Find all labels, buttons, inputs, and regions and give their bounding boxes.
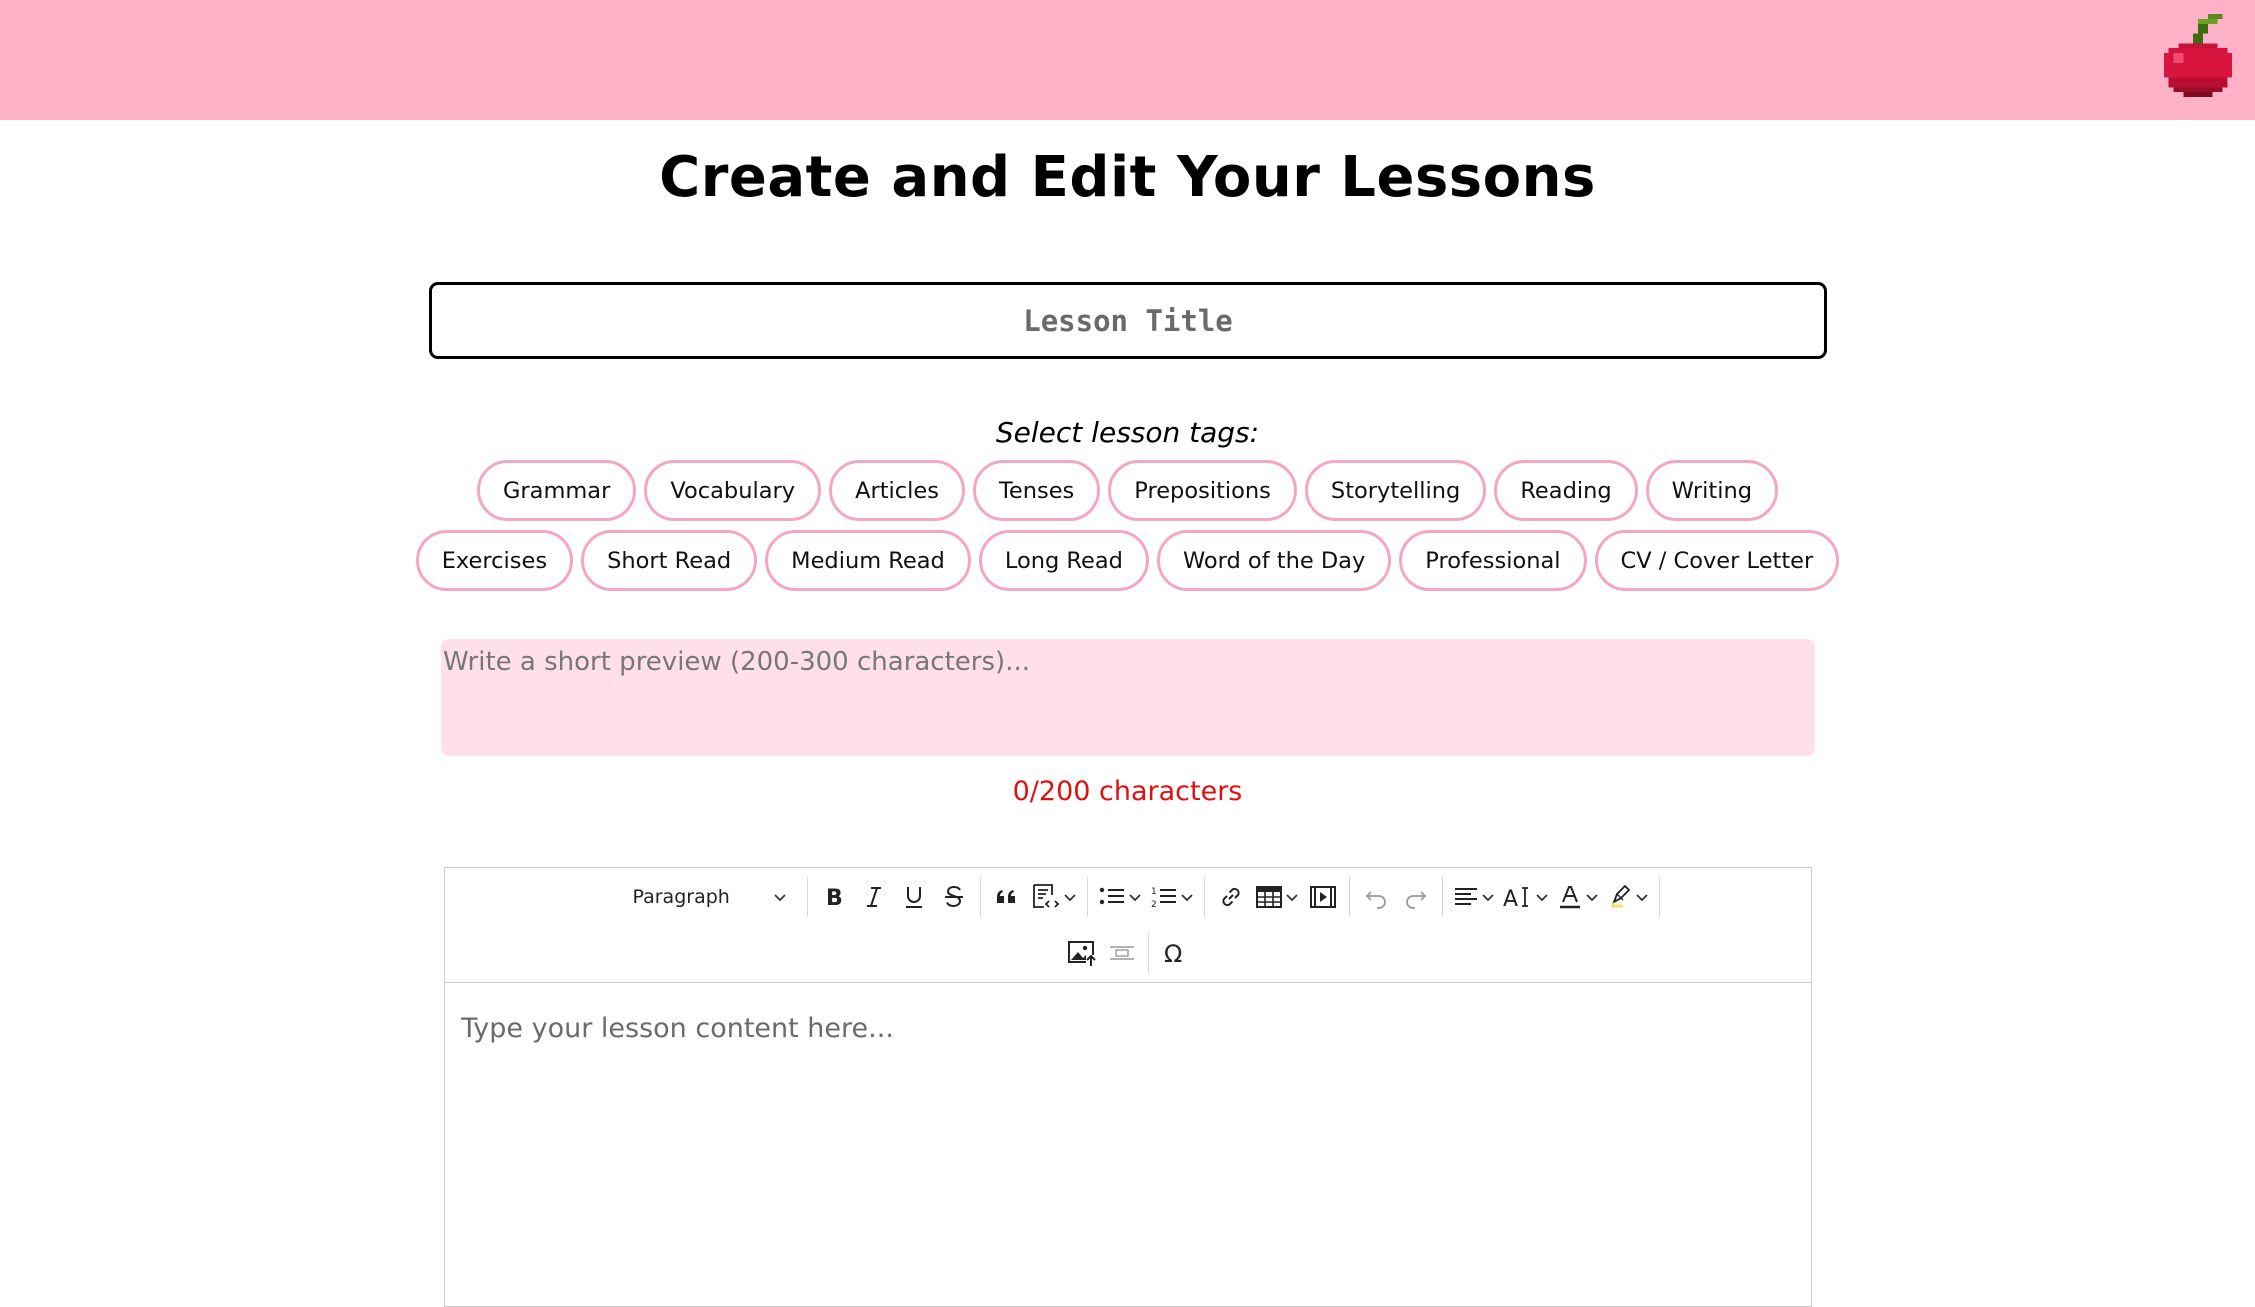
paragraph-select[interactable]: Paragraph bbox=[591, 877, 801, 917]
tag-row-2: Exercises Short Read Medium Read Long Re… bbox=[0, 530, 2255, 591]
horizontal-line-button[interactable] bbox=[1102, 933, 1142, 973]
cherry-logo-icon[interactable] bbox=[2163, 14, 2233, 102]
tags-label: Select lesson tags: bbox=[995, 416, 1260, 449]
code-block-icon bbox=[1032, 884, 1059, 908]
font-size-button[interactable]: A bbox=[1499, 877, 1553, 917]
italic-icon bbox=[866, 887, 881, 907]
rich-text-editor: Paragraph B 1 2 A Ω Type your lesson con… bbox=[444, 867, 1812, 1307]
tag-reading[interactable]: Reading bbox=[1494, 460, 1638, 521]
numbered-list-button[interactable]: 12 bbox=[1146, 877, 1198, 917]
special-characters-button[interactable]: Ω bbox=[1155, 933, 1195, 973]
highlight-button[interactable] bbox=[1603, 877, 1653, 917]
tag-word-of-the-day[interactable]: Word of the Day bbox=[1156, 530, 1392, 591]
blockquote-button[interactable] bbox=[987, 877, 1027, 917]
bulleted-list-icon bbox=[1099, 887, 1124, 905]
toolbar-separator bbox=[806, 877, 808, 917]
svg-text:B: B bbox=[826, 886, 843, 910]
preview-textarea[interactable] bbox=[441, 639, 1815, 756]
paragraph-select-label: Paragraph bbox=[632, 886, 730, 908]
toolbar-separator bbox=[1441, 877, 1443, 917]
tag-long-read[interactable]: Long Read bbox=[978, 530, 1149, 591]
tag-short-read[interactable]: Short Read bbox=[581, 530, 758, 591]
underline-icon bbox=[905, 887, 922, 908]
align-icon bbox=[1454, 888, 1477, 905]
undo-button[interactable] bbox=[1356, 877, 1396, 917]
svg-text:1: 1 bbox=[1151, 887, 1157, 897]
strikethrough-icon bbox=[944, 885, 963, 908]
highlight-icon bbox=[1610, 884, 1630, 908]
special-characters-icon: Ω bbox=[1164, 940, 1182, 966]
redo-button[interactable] bbox=[1396, 877, 1436, 917]
tag-grammar[interactable]: Grammar bbox=[476, 460, 637, 521]
insert-table-button[interactable] bbox=[1251, 877, 1303, 917]
font-size-icon: A bbox=[1503, 887, 1528, 910]
page-title: Create and Edit Your Lessons bbox=[659, 145, 1596, 210]
tag-vocabulary[interactable]: Vocabulary bbox=[644, 460, 822, 521]
media-embed-icon bbox=[1309, 886, 1336, 908]
svg-text:2: 2 bbox=[1151, 900, 1157, 910]
link-button[interactable] bbox=[1211, 877, 1251, 917]
bold-icon: B bbox=[826, 886, 843, 910]
lesson-title-input[interactable] bbox=[429, 282, 1827, 359]
chevron-down-icon bbox=[1481, 894, 1494, 902]
toolbar-separator bbox=[1348, 877, 1350, 917]
tag-prepositions[interactable]: Prepositions bbox=[1108, 460, 1297, 521]
font-color-icon bbox=[1559, 886, 1580, 909]
toolbar-separator bbox=[1147, 933, 1149, 973]
tag-tenses[interactable]: Tenses bbox=[972, 460, 1101, 521]
chevron-down-icon bbox=[1285, 894, 1298, 902]
editor-content-area[interactable]: Type your lesson content here... bbox=[445, 983, 1811, 1074]
numbered-list-icon: 12 bbox=[1151, 887, 1176, 910]
character-count: 0/200 characters bbox=[1012, 776, 1243, 807]
toolbar-separator bbox=[1658, 877, 1660, 917]
chevron-down-icon bbox=[1535, 894, 1548, 902]
tag-row-1: Grammar Vocabulary Articles Tenses Prepo… bbox=[0, 460, 2255, 521]
chevron-down-icon bbox=[1635, 894, 1648, 902]
tag-articles[interactable]: Articles bbox=[829, 460, 965, 521]
toolbar-separator bbox=[1086, 877, 1088, 917]
tag-professional[interactable]: Professional bbox=[1399, 530, 1587, 591]
link-icon bbox=[1221, 887, 1240, 907]
font-color-button[interactable] bbox=[1553, 877, 1603, 917]
horizontal-line-icon bbox=[1109, 946, 1134, 960]
image-upload-button[interactable] bbox=[1062, 933, 1102, 973]
italic-button[interactable] bbox=[854, 877, 894, 917]
bold-button[interactable]: B bbox=[814, 877, 854, 917]
chevron-down-icon bbox=[1585, 894, 1598, 902]
media-embed-button[interactable] bbox=[1303, 877, 1343, 917]
table-icon bbox=[1255, 886, 1282, 908]
editor-placeholder: Type your lesson content here... bbox=[461, 1013, 894, 1044]
underline-button[interactable] bbox=[894, 877, 934, 917]
toolbar-separator bbox=[1203, 877, 1205, 917]
alignment-button[interactable] bbox=[1449, 877, 1499, 917]
editor-toolbar: Paragraph B 1 2 A Ω bbox=[445, 868, 1811, 983]
chevron-down-icon bbox=[773, 894, 786, 902]
strikethrough-button[interactable] bbox=[934, 877, 974, 917]
svg-text:A: A bbox=[1503, 887, 1518, 910]
tag-exercises[interactable]: Exercises bbox=[415, 530, 574, 591]
code-block-button[interactable] bbox=[1027, 877, 1081, 917]
bulleted-list-button[interactable] bbox=[1094, 877, 1146, 917]
chevron-down-icon bbox=[1180, 894, 1193, 902]
chevron-down-icon bbox=[1063, 894, 1076, 902]
toolbar-separator bbox=[979, 877, 981, 917]
chevron-down-icon bbox=[1128, 894, 1141, 902]
blockquote-icon bbox=[996, 890, 1015, 903]
tag-medium-read[interactable]: Medium Read bbox=[765, 530, 971, 591]
redo-icon bbox=[1405, 891, 1426, 909]
svg-text:Ω: Ω bbox=[1164, 940, 1182, 966]
top-bar bbox=[0, 0, 2255, 120]
tag-storytelling[interactable]: Storytelling bbox=[1304, 460, 1487, 521]
tag-cv-cover-letter[interactable]: CV / Cover Letter bbox=[1594, 530, 1840, 591]
undo-icon bbox=[1365, 891, 1386, 909]
tag-writing[interactable]: Writing bbox=[1645, 460, 1779, 521]
image-upload-icon bbox=[1067, 941, 1096, 967]
